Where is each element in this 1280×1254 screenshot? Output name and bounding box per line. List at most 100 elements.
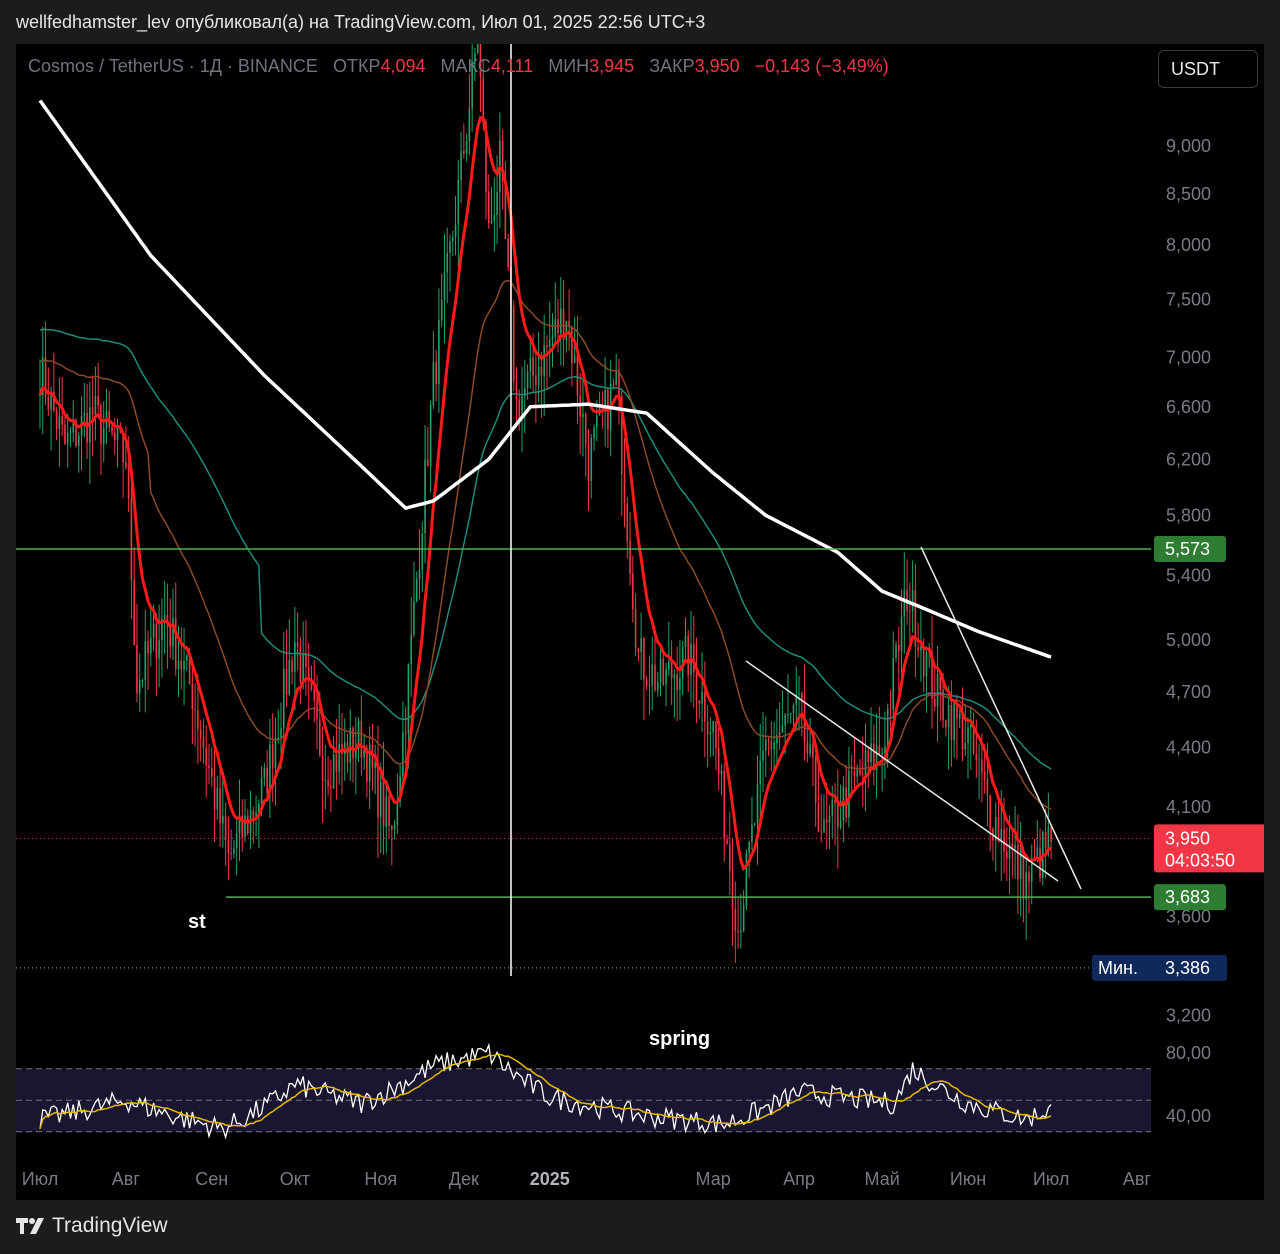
candle [523, 359, 526, 434]
candle-body [920, 646, 922, 651]
candle-body [632, 573, 634, 610]
candle-body [537, 366, 540, 386]
candle-body [252, 810, 255, 817]
candle [607, 387, 609, 449]
candle-body [814, 757, 817, 803]
y-tick-label: 4,100 [1166, 797, 1211, 817]
min-tag-label: Мин. [1098, 958, 1138, 978]
candle [817, 764, 820, 833]
candle [349, 709, 352, 781]
candle-body [723, 770, 726, 840]
candle [410, 597, 413, 697]
candle-body [100, 405, 102, 444]
candle [150, 604, 152, 667]
candle-body [271, 744, 274, 769]
candle-body [418, 569, 421, 579]
candle-body [806, 741, 809, 754]
candle [546, 335, 548, 389]
candle-body [989, 794, 991, 829]
candle [911, 560, 914, 633]
candle-body [945, 720, 947, 728]
candle [778, 702, 781, 750]
candle [241, 799, 244, 852]
candle [895, 641, 897, 663]
candle [690, 611, 692, 703]
candle [989, 794, 991, 852]
candle-body [199, 728, 202, 738]
chart-frame[interactable]: 9,000 8,500 8,000 7,500 7,000 6,600 6,200 5,800… [16, 44, 1264, 1200]
candle [216, 775, 219, 820]
chart-canvas[interactable]: 9,000 8,500 8,000 7,500 7,000 6,600 6,200 5,800… [16, 44, 1264, 1200]
candle [305, 620, 307, 697]
candle-body [881, 752, 883, 755]
candle [213, 747, 216, 843]
candle-body [47, 397, 50, 410]
candle [806, 727, 809, 763]
candle-body [1014, 844, 1016, 849]
level-tag-label-resistance: 5,573 [1165, 539, 1210, 559]
candle [360, 695, 363, 776]
candle-body [659, 658, 662, 683]
candle [604, 356, 606, 447]
candle-body [1006, 851, 1008, 859]
candle [623, 437, 626, 528]
candle [194, 683, 196, 747]
candle [424, 424, 426, 564]
candle [645, 675, 648, 691]
candle-body [66, 433, 69, 444]
candle [86, 384, 88, 459]
candle [438, 288, 440, 414]
legend-change: −0,143 (−3,49%) [754, 56, 889, 76]
candle-body [421, 532, 424, 570]
candle-body [1044, 831, 1047, 848]
candle-body [97, 395, 99, 406]
legend-close-label: ЗАКР [649, 56, 695, 76]
candle [997, 796, 1000, 843]
currency-button[interactable]: USDT [1158, 50, 1258, 88]
candle [415, 571, 418, 603]
candle [925, 646, 928, 713]
candle [972, 713, 975, 756]
candle-body [172, 617, 174, 647]
candle [584, 411, 587, 477]
candle-body [288, 660, 291, 695]
candle-body [717, 748, 720, 775]
candle-body [163, 614, 166, 620]
candle [429, 400, 432, 493]
candle-body [792, 705, 795, 713]
candle [199, 720, 202, 762]
candle [427, 426, 429, 467]
candle [753, 822, 756, 827]
footer-brand[interactable]: TradingView [16, 1214, 168, 1238]
candle [363, 734, 365, 770]
candle [202, 718, 205, 765]
candle [587, 429, 590, 511]
x-tick-label: Авг [1123, 1169, 1152, 1189]
candle [837, 769, 839, 869]
candle [155, 613, 158, 697]
candle [668, 621, 670, 676]
candle-body [895, 644, 897, 659]
candle-body [318, 719, 321, 756]
candle-body [136, 645, 138, 694]
candle [828, 805, 831, 849]
candle-body [737, 931, 739, 933]
candle-body [526, 371, 529, 388]
candle [413, 561, 415, 638]
candle-body [1025, 872, 1027, 900]
candle [873, 724, 875, 786]
candle-body [116, 427, 119, 441]
candle [507, 233, 509, 272]
candle-body [285, 668, 288, 695]
candle [50, 386, 52, 451]
candle-body [706, 721, 709, 735]
candle-body [554, 319, 557, 337]
candle [701, 652, 703, 733]
candle-body [302, 653, 304, 682]
candle [659, 643, 662, 697]
candle-body [130, 498, 133, 580]
candle [878, 706, 881, 757]
candle-body [546, 345, 548, 347]
candle-body [856, 769, 859, 777]
candle [144, 609, 147, 713]
